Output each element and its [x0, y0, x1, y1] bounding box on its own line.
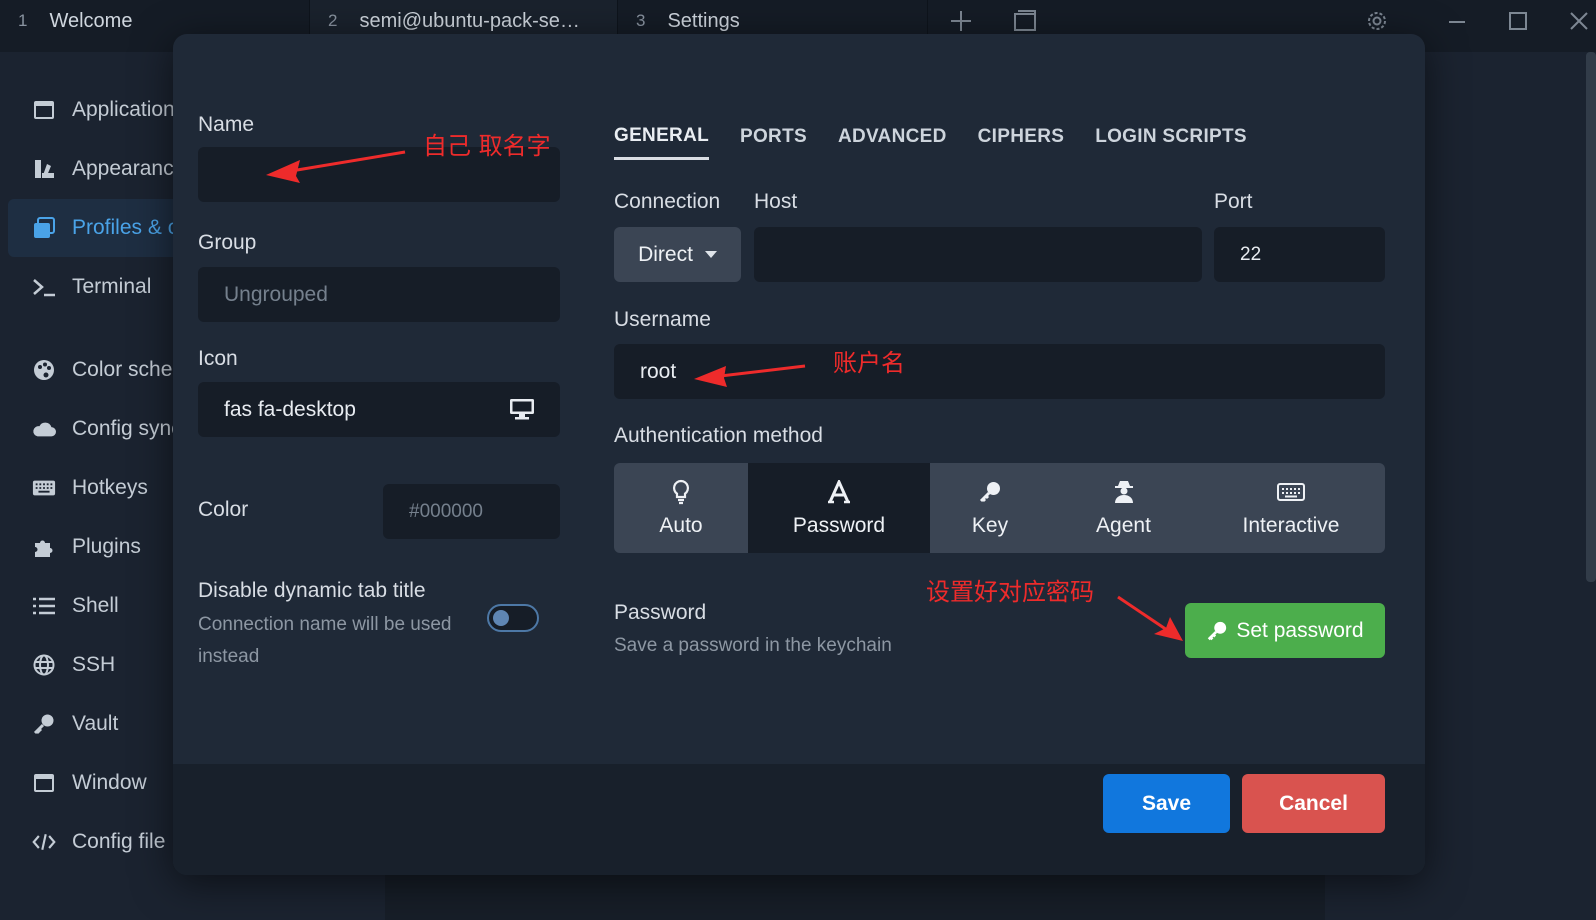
username-input[interactable]: root [614, 344, 1385, 399]
puzzle-icon [32, 536, 56, 558]
profiles-window-icon[interactable] [1012, 8, 1038, 34]
dynamic-tab-title-label: Disable dynamic tab title [198, 579, 426, 602]
tab-advanced[interactable]: ADVANCED [838, 114, 947, 160]
sidebar-item-label: Config file [72, 830, 166, 853]
tab-label: Welcome [49, 9, 133, 32]
window-icon [32, 772, 56, 794]
host-input[interactable] [754, 227, 1202, 282]
profiles-icon [32, 217, 56, 239]
window-icon [32, 99, 56, 121]
username-label: Username [614, 308, 711, 331]
auth-auto-button[interactable]: Auto [614, 463, 748, 553]
modal-footer [173, 764, 1425, 875]
port-input[interactable]: 22 [1214, 227, 1385, 282]
auth-interactive-label: Interactive [1242, 514, 1340, 537]
sidebar-item-label: SSH [72, 653, 116, 676]
icon-input-value: fas fa-desktop [224, 397, 356, 421]
icon-label: Icon [198, 347, 238, 370]
close-icon[interactable] [1566, 8, 1592, 34]
profile-edit-modal: Name Group Ungrouped Icon fas fa-desktop… [173, 34, 1425, 875]
sidebar-item-label: Application [72, 98, 175, 121]
sidebar-item-label: Window [72, 771, 147, 794]
new-tab-plus-icon[interactable] [948, 8, 974, 34]
annotation-username: 账户名 [833, 349, 905, 377]
list-icon [32, 595, 56, 617]
auth-interactive-button[interactable]: Interactive [1197, 463, 1385, 553]
minimize-icon[interactable] [1444, 8, 1470, 34]
connection-select[interactable]: Direct [614, 227, 741, 282]
password-label: Password [614, 601, 707, 624]
save-button[interactable]: Save [1103, 774, 1230, 833]
group-input[interactable]: Ungrouped [198, 267, 560, 322]
keyboard-icon [32, 477, 56, 499]
tab-number: 3 [636, 11, 646, 30]
user-secret-icon [1113, 478, 1135, 506]
sidebar-item-label: Plugins [72, 535, 141, 558]
auth-agent-button[interactable]: Agent [1050, 463, 1197, 553]
tab-label: semi@ubuntu-pack-se… [359, 9, 580, 32]
tab-login-scripts[interactable]: LOGIN SCRIPTS [1095, 114, 1247, 160]
maximize-icon[interactable] [1505, 8, 1531, 34]
annotation-password: 设置好对应密码 [926, 578, 1094, 606]
auth-key-button[interactable]: Key [930, 463, 1050, 553]
tab-ciphers[interactable]: CIPHERS [978, 114, 1065, 160]
key-icon [1208, 621, 1227, 640]
scrollbar[interactable] [1586, 52, 1596, 582]
tab-general[interactable]: GENERAL [614, 114, 709, 160]
dynamic-tab-title-desc-line2: instead [198, 646, 260, 667]
auth-method-group: Auto Password Key Agent Interactive [614, 463, 1385, 553]
chevron-down-icon [704, 251, 717, 258]
connection-label: Connection [614, 190, 721, 213]
sidebar-item-label: Vault [72, 712, 119, 735]
connection-value: Direct [638, 242, 693, 266]
settings-sidebar: Application Appearance Profiles & c Term… [0, 52, 208, 920]
group-label: Group [198, 231, 257, 254]
icon-input[interactable]: fas fa-desktop [198, 382, 560, 437]
auth-key-label: Key [971, 514, 1009, 537]
set-password-label: Set password [1236, 618, 1364, 642]
palette-icon [32, 359, 56, 381]
font-a-icon [828, 478, 850, 506]
host-label: Host [754, 190, 798, 213]
cancel-button[interactable]: Cancel [1242, 774, 1385, 833]
keyboard-icon [1277, 478, 1305, 506]
cloud-icon [32, 418, 56, 440]
dynamic-tab-title-toggle[interactable] [487, 604, 539, 632]
content-tabs: GENERAL PORTS ADVANCED CIPHERS LOGIN SCR… [614, 114, 1278, 164]
code-icon [32, 831, 56, 853]
annotation-name: 自己 取名字 [423, 132, 551, 160]
auth-auto-label: Auto [659, 514, 703, 537]
password-desc: Save a password in the keychain [614, 635, 892, 656]
auth-password-label: Password [792, 514, 886, 537]
auth-method-label: Authentication method [614, 424, 823, 447]
tab-ports[interactable]: PORTS [740, 114, 807, 160]
auth-agent-label: Agent [1096, 514, 1151, 537]
terminal-icon [32, 276, 56, 298]
set-password-button[interactable]: Set password [1185, 603, 1385, 658]
tab-number: 1 [18, 11, 28, 30]
lightbulb-icon [672, 478, 690, 506]
dynamic-tab-title-desc-line1: Connection name will be used [198, 614, 452, 635]
sidebar-item-label: Shell [72, 594, 119, 617]
name-label: Name [198, 113, 255, 136]
color-label: Color [198, 498, 249, 521]
sidebar-item-label: Color schen [72, 358, 185, 381]
sidebar-item-label: Hotkeys [72, 476, 148, 499]
sidebar-item-label: Profiles & c [72, 216, 179, 239]
globe-icon [32, 654, 56, 676]
toggle-knob [493, 610, 509, 626]
sidebar-item-label: Appearance [72, 157, 186, 180]
tab-label: Settings [667, 9, 740, 32]
color-input[interactable]: #000000 [383, 484, 560, 539]
desktop-icon [510, 399, 534, 420]
gear-icon[interactable] [1364, 8, 1390, 34]
auth-password-button[interactable]: Password [748, 463, 930, 553]
sidebar-item-label: Config sync [72, 417, 182, 440]
tab-number: 2 [328, 11, 338, 30]
sidebar-item-label: Terminal [72, 275, 152, 298]
port-label: Port [1214, 190, 1253, 213]
key-icon [32, 713, 56, 735]
paint-icon [32, 158, 56, 180]
key-icon [978, 478, 1002, 506]
